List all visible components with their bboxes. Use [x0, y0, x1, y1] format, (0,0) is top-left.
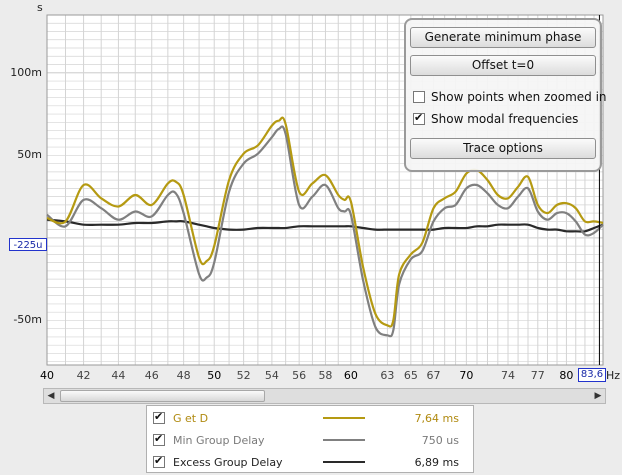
y-cursor-readout: -225u — [9, 238, 47, 251]
legend-line-swatch — [323, 417, 365, 419]
generate-minimum-phase-button[interactable]: Generate minimum phase — [410, 27, 596, 48]
legend-name: Excess Group Delay — [173, 455, 283, 469]
x-tick-label: 70 — [459, 369, 474, 382]
legend-checkbox[interactable] — [153, 454, 165, 468]
arrow-right-icon[interactable]: ▶ — [591, 389, 605, 403]
x-tick-label: 48 — [176, 369, 191, 382]
show-points-label: Show points when zoomed in — [431, 90, 607, 104]
x-axis-unit: Hz — [606, 369, 621, 382]
show-points-checkbox[interactable] — [413, 91, 425, 103]
y-axis-unit: s — [37, 1, 43, 14]
x-tick-label: 54 — [264, 369, 279, 382]
show-modal-checkbox[interactable] — [413, 111, 425, 125]
legend-line-swatch — [323, 439, 365, 441]
y-tick-label: 50m — [17, 148, 42, 162]
y-tick-label: 100m — [10, 65, 42, 79]
x-tick-label: 65 — [403, 369, 418, 382]
x-tick-label: 44 — [111, 369, 126, 382]
x-tick-label: 40 — [40, 369, 54, 382]
x-tick-label: 42 — [76, 369, 91, 382]
legend-row-excess-group-delay[interactable]: Excess Group Delay 6,89 ms — [153, 453, 469, 471]
y-tick-label: -50m — [13, 313, 42, 327]
legend-value: 6,89 ms — [414, 455, 459, 469]
x-tick-label: 60 — [343, 369, 358, 382]
scrollbar-thumb[interactable] — [60, 390, 265, 402]
offset-t0-button[interactable]: Offset t=0 — [410, 55, 596, 76]
x-tick-label: 56 — [292, 369, 307, 382]
legend-checkbox[interactable] — [153, 410, 165, 424]
x-tick-label: 58 — [318, 369, 333, 382]
x-tick-label: 63 — [380, 369, 395, 382]
x-tick-label: 77 — [530, 369, 545, 382]
show-modal-toggle[interactable]: Show modal frequencies — [413, 111, 578, 127]
graph-options-panel: Generate minimum phase Offset t=0 Show p… — [404, 18, 607, 172]
legend-checkbox[interactable] — [153, 432, 165, 446]
x-tick-label: 52 — [236, 369, 251, 382]
show-modal-label: Show modal frequencies — [431, 112, 579, 126]
legend-row-g-et-d[interactable]: G et D 7,64 ms — [153, 409, 469, 427]
legend-name: G et D — [173, 411, 209, 425]
show-points-toggle[interactable]: Show points when zoomed in — [413, 89, 607, 105]
legend-name: Min Group Delay — [173, 433, 265, 447]
horizontal-scrollbar[interactable]: ◀ ▶ — [43, 388, 606, 404]
legend-value: 7,64 ms — [414, 411, 459, 425]
x-tick-label: 80 — [559, 369, 574, 382]
trace-options-button[interactable]: Trace options — [410, 138, 596, 159]
x-cursor-readout: 83,6 — [578, 368, 606, 382]
x-tick-label: 46 — [144, 369, 159, 382]
arrow-left-icon[interactable]: ◀ — [44, 389, 58, 403]
x-tick-label: 50 — [207, 369, 222, 382]
legend-line-swatch — [323, 461, 365, 463]
legend-value: 750 us — [421, 433, 459, 447]
legend-row-min-group-delay[interactable]: Min Group Delay 750 us — [153, 431, 469, 449]
trace-legend: G et D 7,64 ms Min Group Delay 750 us Ex… — [146, 405, 474, 473]
x-tick-label: 67 — [426, 369, 441, 382]
x-tick-label: 74 — [501, 369, 515, 382]
